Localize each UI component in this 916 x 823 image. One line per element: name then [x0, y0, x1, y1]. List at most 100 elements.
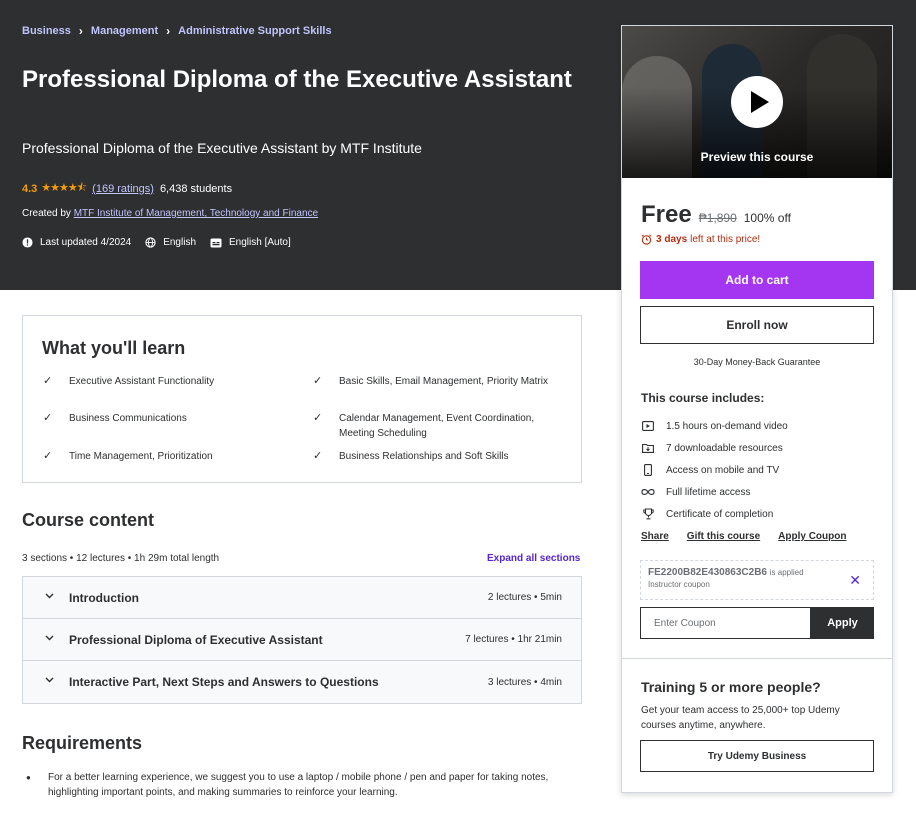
rating-row: 4.3 ★★★★⯪ (169 ratings) 6,438 students: [22, 179, 232, 198]
include-label: Certificate of completion: [666, 508, 774, 520]
students-count: 6,438 students: [159, 182, 233, 195]
include-item: Full lifetime access: [641, 481, 788, 503]
chevron-down-icon: [45, 675, 54, 686]
learn-item-text: Basic Skills, Email Management, Priority…: [339, 376, 548, 387]
include-item: 7 downloadable resources: [641, 437, 788, 459]
section-row[interactable]: Professional Diploma of Executive Assist…: [23, 619, 581, 661]
course-preview[interactable]: Preview this course: [622, 26, 892, 178]
alarm-clock-icon: [641, 234, 652, 245]
learn-item-text: Business Relationships and Soft Skills: [339, 451, 509, 462]
star-rating-icon: ★★★★⯪: [41, 182, 87, 194]
section-info: 7 lectures • 1hr 21min: [465, 634, 562, 645]
learn-item: ✓ Time Management, Prioritization: [43, 449, 289, 464]
original-price: ₱1,890: [698, 211, 737, 225]
add-to-cart-button[interactable]: Add to cart: [640, 261, 874, 299]
include-label: 7 downloadable resources: [666, 442, 783, 454]
last-updated-text: Last updated 4/2024: [40, 237, 132, 248]
closed-captions-icon: [210, 238, 222, 247]
alert-badge-icon: [22, 237, 33, 248]
course-sections: Introduction 2 lectures • 5min Professio…: [22, 576, 582, 704]
created-by: Created by MTF Institute of Management, …: [22, 208, 318, 219]
include-label: Full lifetime access: [666, 486, 751, 498]
coupon-input[interactable]: Enter Coupon: [640, 607, 811, 639]
check-icon: ✓: [313, 375, 323, 387]
learn-title: What you'll learn: [42, 338, 186, 358]
globe-icon: [145, 237, 156, 248]
breadcrumb-item-business[interactable]: Business: [22, 25, 71, 37]
course-meta: Last updated 4/2024 English English [Aut…: [22, 237, 305, 248]
include-item: Access on mobile and TV: [641, 459, 788, 481]
coupon-code-line: FE2200B82E430863C2B6 is applied: [648, 567, 866, 578]
course-title: Professional Diploma of the Executive As…: [22, 66, 572, 93]
discount-percent: 100% off: [743, 211, 791, 225]
language: English: [145, 237, 196, 248]
money-back-guarantee: 30-Day Money-Back Guarantee: [693, 357, 821, 367]
enroll-now-button[interactable]: Enroll now: [640, 306, 874, 344]
include-item: 1.5 hours on-demand video: [641, 415, 788, 437]
check-icon: ✓: [43, 412, 53, 424]
check-icon: ✓: [313, 450, 323, 462]
requirements-title: Requirements: [22, 733, 143, 753]
price-row: Free ₱1,890 100% off: [641, 201, 791, 229]
training-title: Training 5 or more people?: [641, 679, 821, 695]
section-title: Professional Diploma of Executive Assist…: [69, 632, 323, 647]
section-info: 2 lectures • 5min: [487, 592, 562, 603]
course-subtitle: Professional Diploma of the Executive As…: [22, 140, 422, 156]
section-row[interactable]: Introduction 2 lectures • 5min: [23, 577, 581, 619]
last-updated: Last updated 4/2024: [22, 237, 131, 248]
learn-item-text: Executive Assistant Functionality: [69, 376, 215, 387]
breadcrumb-item-management[interactable]: Management: [91, 25, 158, 37]
close-icon[interactable]: ✕: [849, 572, 861, 589]
rating-value: 4.3: [22, 182, 38, 195]
chevron-right-icon: ›: [166, 24, 171, 38]
trophy-icon: [641, 508, 655, 520]
include-label: Access on mobile and TV: [666, 464, 780, 476]
expand-all-sections-link[interactable]: Expand all sections: [487, 553, 580, 564]
requirements-list: ● For a better learning experience, we s…: [26, 770, 586, 800]
course-content-title: Course content: [22, 510, 155, 530]
learn-item-text: Business Communications: [69, 413, 187, 424]
what-you-learn-box: What you'll learn ✓ Executive Assistant …: [22, 315, 582, 483]
learn-item: ✓ Basic Skills, Email Management, Priori…: [313, 374, 559, 389]
current-price: Free: [641, 201, 692, 228]
requirement-item: ● For a better learning experience, we s…: [26, 770, 586, 800]
try-udemy-business-button[interactable]: Try Udemy Business: [640, 740, 874, 772]
infinity-icon: [641, 488, 655, 496]
requirement-text: For a better learning experience, we sug…: [48, 772, 549, 798]
training-text: Get your team access to 25,000+ top Udem…: [641, 705, 840, 731]
section-row[interactable]: Interactive Part, Next Steps and Answers…: [23, 661, 581, 703]
created-by-label: Created by: [22, 208, 71, 219]
play-icon[interactable]: [731, 76, 783, 128]
download-icon: [641, 443, 655, 453]
apply-coupon-link[interactable]: Apply Coupon: [778, 531, 846, 542]
include-item: Certificate of completion: [641, 503, 788, 525]
share-link[interactable]: Share: [641, 531, 669, 542]
days-left: 3 days left at this price!: [641, 234, 760, 245]
gift-course-link[interactable]: Gift this course: [687, 531, 760, 542]
learn-item-text: Calendar Management, Event Coordination,…: [339, 413, 535, 439]
ratings-count-link[interactable]: (169 ratings): [92, 183, 154, 195]
course-content-meta: 3 sections • 12 lectures • 1h 29m total …: [22, 553, 220, 564]
coupon-code: FE2200B82E430863C2B6: [648, 567, 767, 578]
bullet-icon: ●: [26, 773, 31, 782]
apply-coupon-button[interactable]: Apply: [811, 607, 874, 639]
includes-list: 1.5 hours on-demand video 7 downloadable…: [641, 415, 788, 525]
language-text: English: [163, 237, 197, 248]
divider: [622, 658, 892, 659]
include-label: 1.5 hours on-demand video: [666, 420, 788, 432]
check-icon: ✓: [43, 375, 53, 387]
breadcrumb: Business › Management › Administrative S…: [22, 24, 332, 38]
learn-item-text: Time Management, Prioritization: [69, 451, 213, 462]
days-left-text: left at this price!: [690, 234, 761, 245]
section-title: Interactive Part, Next Steps and Answers…: [69, 675, 379, 689]
applied-coupon: FE2200B82E430863C2B6 is applied Instruct…: [640, 560, 874, 600]
learn-item: ✓ Executive Assistant Functionality: [43, 374, 289, 389]
mobile-icon: [641, 464, 655, 476]
coupon-applied-text: is applied: [769, 568, 804, 577]
instructor-link[interactable]: MTF Institute of Management, Technology …: [74, 208, 318, 219]
days-left-count: 3 days: [656, 234, 688, 245]
includes-title: This course includes:: [641, 391, 765, 405]
section-title: Introduction: [69, 590, 139, 605]
breadcrumb-item-administrative-support[interactable]: Administrative Support Skills: [178, 25, 331, 37]
captions: English [Auto]: [210, 237, 291, 248]
